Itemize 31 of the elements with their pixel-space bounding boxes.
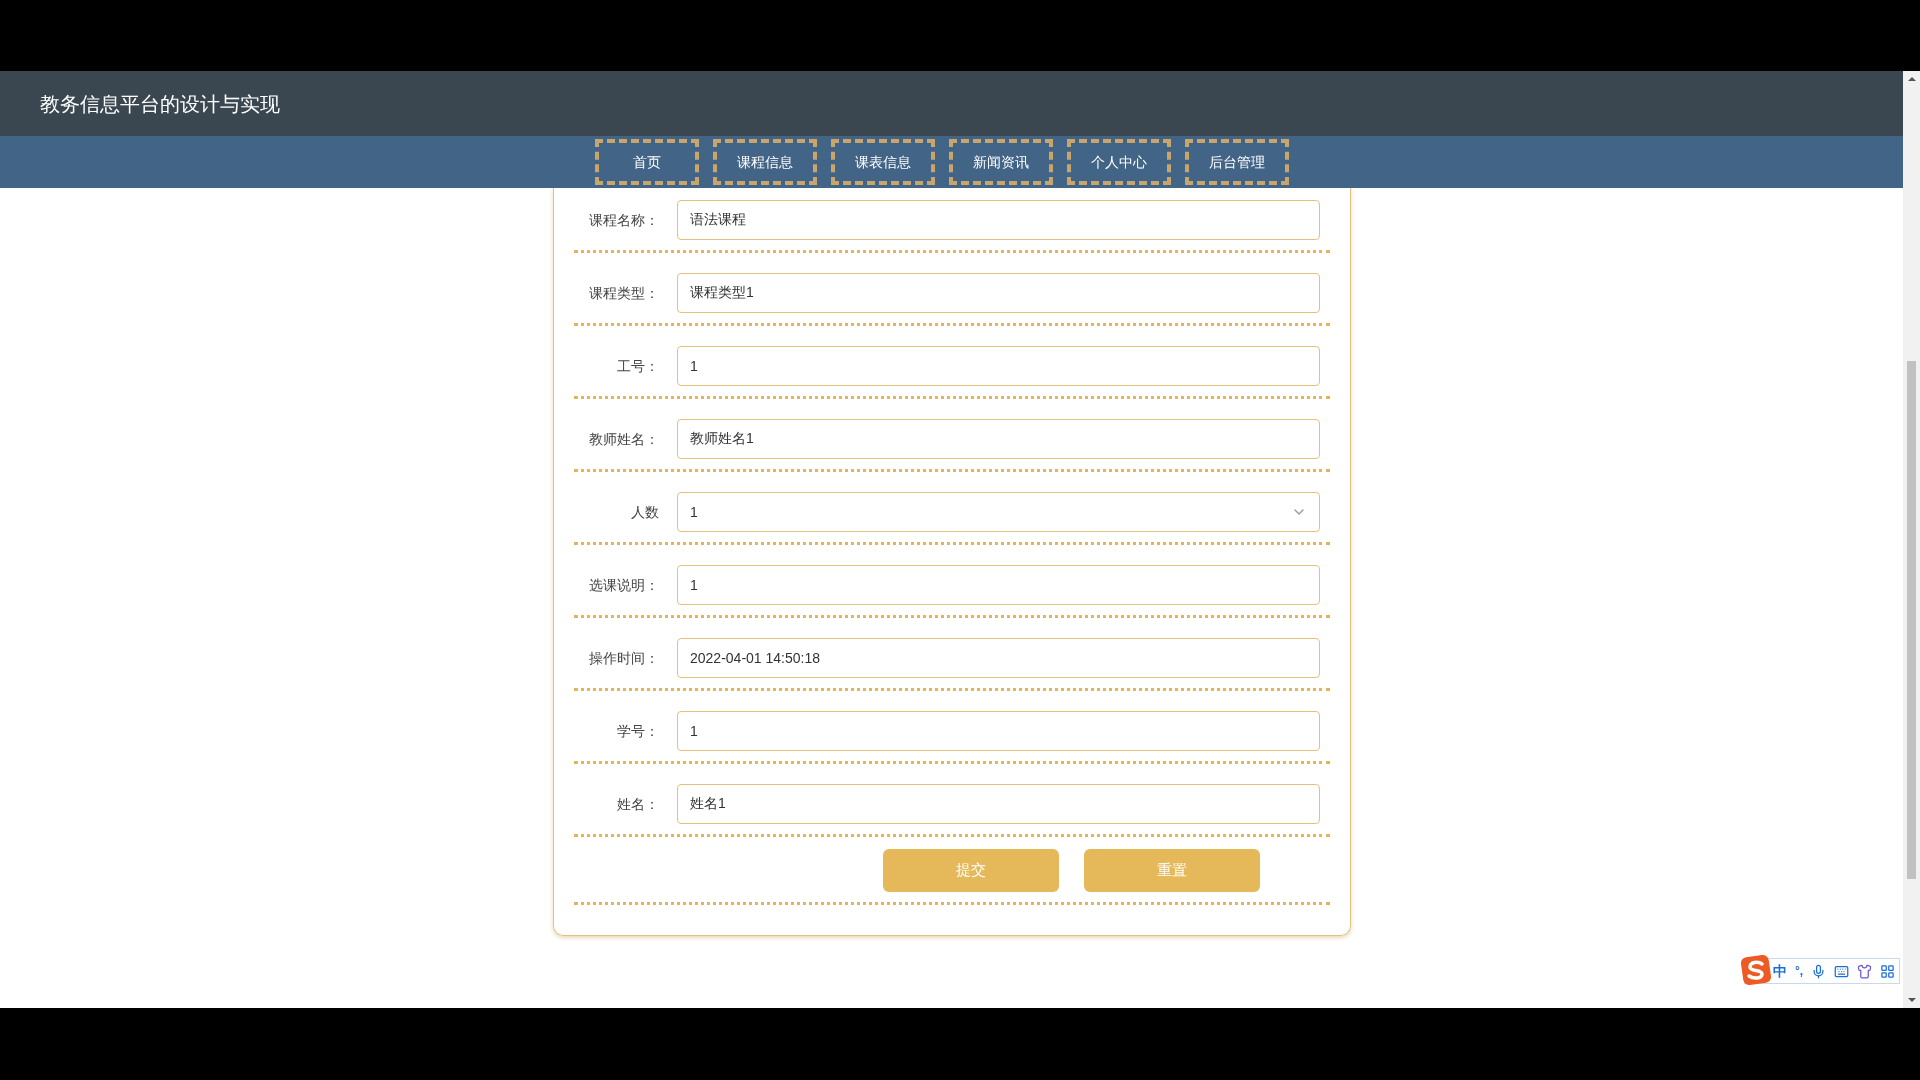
scrollbar[interactable] [1903, 71, 1920, 1008]
ime-mode[interactable]: 中 [1773, 960, 1787, 982]
field-label: 教师姓名： [588, 429, 659, 449]
site-title: 教务信息平台的设计与实现 [40, 91, 280, 117]
field-label: 选课说明： [588, 575, 659, 595]
shirt-icon[interactable] [1857, 963, 1873, 979]
field-label: 学号： [616, 721, 659, 741]
input-field[interactable]: 教师姓名1 [677, 419, 1320, 459]
ime-logo-icon[interactable] [1741, 955, 1771, 985]
input-field[interactable]: 1 [677, 711, 1320, 751]
field-label: 姓名： [616, 794, 659, 814]
select-field[interactable]: 1 [677, 492, 1320, 532]
input-field[interactable]: 2022-04-01 14:50:18 [677, 638, 1320, 678]
input-field[interactable]: 语法课程 [677, 200, 1320, 240]
field-label: 课程类型： [588, 283, 659, 303]
field-label: 工号： [616, 356, 659, 376]
microphone-icon[interactable] [1811, 963, 1827, 979]
scroll-up-arrow-icon[interactable] [1907, 77, 1916, 81]
scroll-down-arrow-icon[interactable] [1907, 998, 1916, 1002]
field-label: 人数 [630, 502, 659, 522]
select-value: 1 [690, 502, 698, 522]
keyboard-icon[interactable] [1834, 963, 1850, 979]
field-label: 课程名称： [588, 210, 659, 230]
ime-punctuation[interactable]: °, [1795, 962, 1804, 980]
input-field[interactable]: 课程类型1 [677, 273, 1320, 313]
input-field[interactable]: 1 [677, 346, 1320, 386]
field-label: 操作时间： [588, 648, 659, 668]
input-field[interactable]: 姓名1 [677, 784, 1320, 824]
input-field[interactable]: 1 [677, 565, 1320, 605]
grid-icon[interactable] [1880, 963, 1896, 979]
scrollbar-thumb[interactable] [1907, 361, 1916, 879]
